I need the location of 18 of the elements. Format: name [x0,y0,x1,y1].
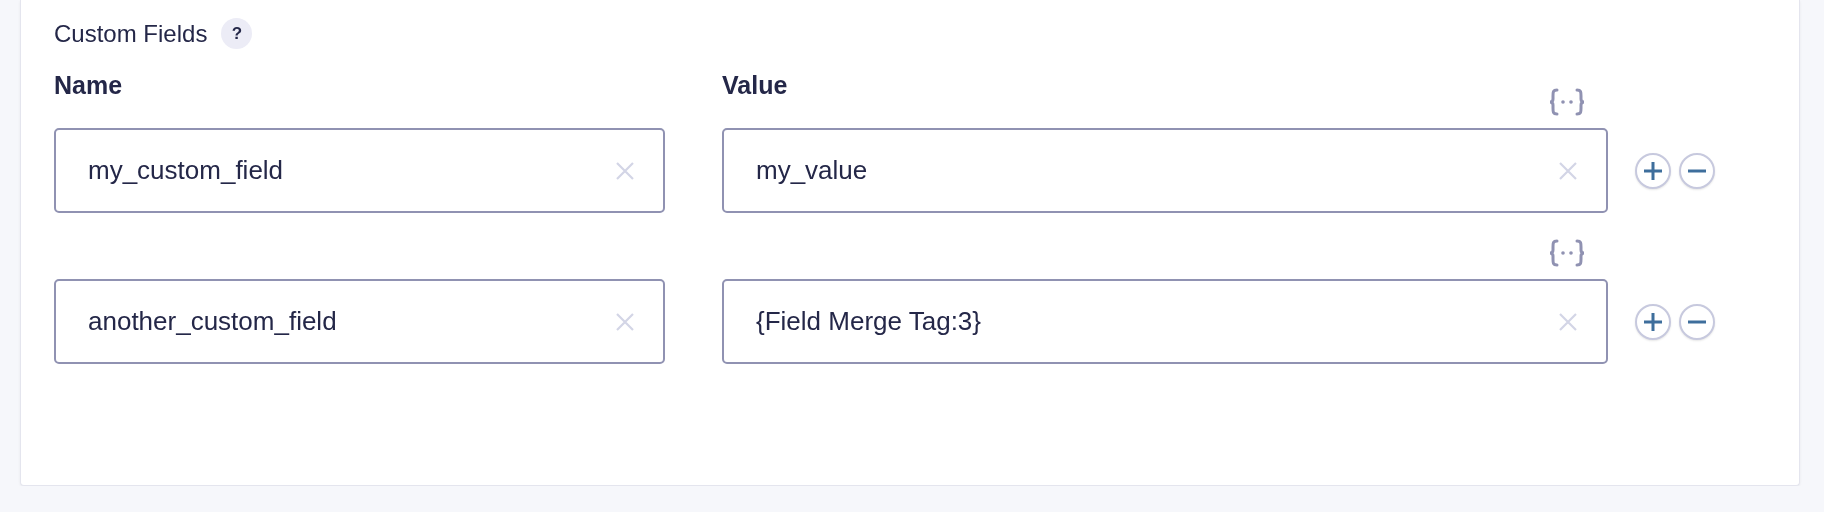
merge-tag-icon[interactable] [1548,88,1586,116]
plus-icon [1643,311,1663,332]
value-input[interactable]: my_value [722,128,1608,213]
section-title: Custom Fields [54,19,208,48]
minus-icon [1687,319,1707,324]
remove-button[interactable] [1679,303,1715,340]
add-button[interactable] [1635,152,1671,189]
value-input[interactable]: {Field Merge Tag:3} [722,279,1608,364]
name-input[interactable]: my_custom_field [54,128,665,213]
plus-icon [1643,160,1663,181]
remove-button[interactable] [1679,152,1715,189]
name-input[interactable]: another_custom_field [54,279,665,364]
column-label: Name [54,71,124,100]
merge-tag-icon[interactable] [1548,239,1586,267]
column-label: Value [722,71,789,100]
add-button[interactable] [1635,303,1671,340]
minus-icon [1687,168,1707,173]
help-button[interactable]: ? [221,18,253,49]
